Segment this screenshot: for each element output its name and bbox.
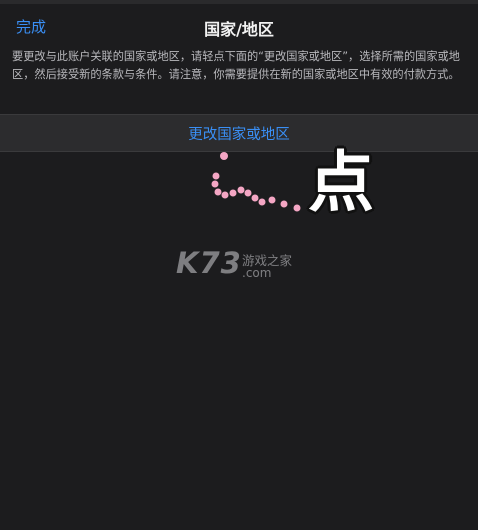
guide-dot bbox=[221, 191, 229, 199]
guide-dot bbox=[212, 172, 220, 180]
tap-guide-dots-icon bbox=[211, 152, 301, 212]
region-settings-sheet: 完成 国家/地区 要更改与此账户关联的国家或地区，请轻点下面的“更改国家或地区”… bbox=[0, 0, 478, 530]
guide-dot bbox=[268, 196, 276, 204]
guide-dot bbox=[220, 152, 228, 160]
guide-dot bbox=[229, 189, 237, 197]
guide-dot bbox=[293, 204, 301, 212]
k73-watermark-logo: K73 游戏之家 .com bbox=[176, 246, 316, 286]
change-region-label: 更改国家或地区 bbox=[188, 127, 290, 143]
guide-dot bbox=[214, 188, 222, 196]
guide-dot bbox=[244, 189, 252, 197]
guide-dot bbox=[237, 186, 245, 194]
page-title: 国家/地区 bbox=[204, 20, 274, 39]
guide-dot bbox=[211, 180, 219, 188]
watermark-site-suffix: .com bbox=[242, 266, 272, 280]
region-change-description: 要更改与此账户关联的国家或地区，请轻点下面的“更改国家或地区”，选择所需的国家或… bbox=[12, 50, 460, 81]
navigation-bar: 完成 国家/地区 bbox=[0, 4, 478, 48]
guide-dot bbox=[280, 200, 288, 208]
tap-here-annotation: 点 bbox=[308, 144, 374, 221]
watermark-brand: K73 bbox=[176, 246, 242, 280]
guide-dot bbox=[258, 198, 266, 206]
guide-dot bbox=[251, 194, 259, 202]
